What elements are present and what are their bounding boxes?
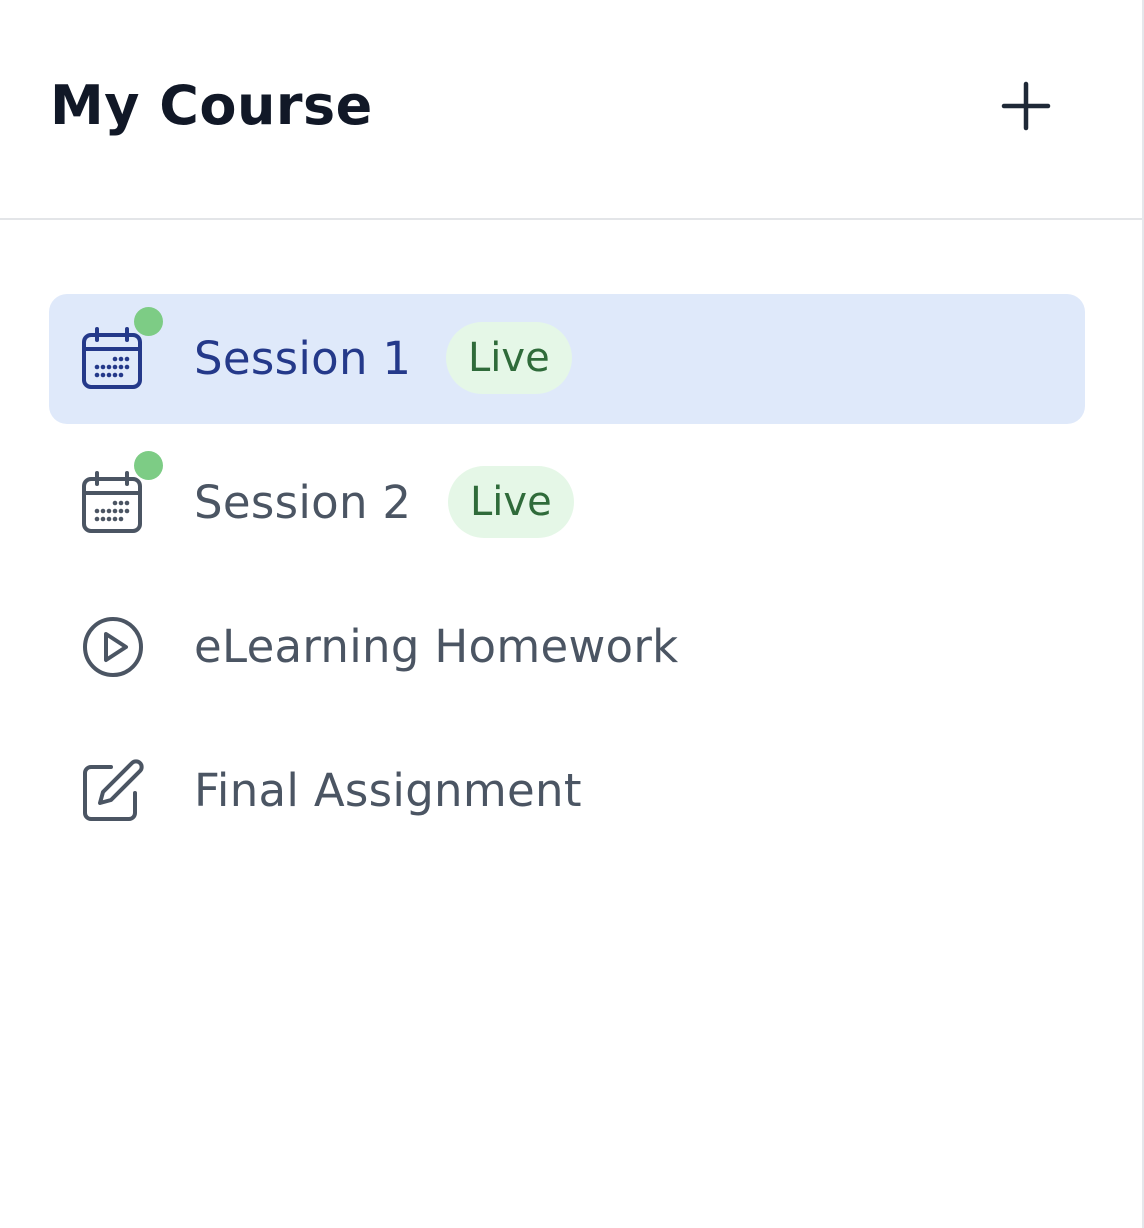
course-item-final-assignment[interactable]: Final Assignment bbox=[49, 726, 1085, 856]
course-item-label: eLearning Homework bbox=[194, 620, 679, 673]
calendar-icon bbox=[81, 327, 145, 391]
course-item-session-2[interactable]: Session 2 Live bbox=[49, 438, 1085, 568]
course-item-label: Final Assignment bbox=[194, 764, 582, 817]
live-status-dot bbox=[134, 307, 163, 336]
course-item-list: Session 1 Live Session 2 Live eLearning … bbox=[49, 294, 1085, 870]
course-item-label: Session 1 bbox=[194, 332, 412, 385]
course-item-elearning-homework[interactable]: eLearning Homework bbox=[49, 582, 1085, 712]
play-circle-icon bbox=[81, 615, 145, 679]
panel-header: My Course bbox=[0, 0, 1142, 220]
live-status-dot bbox=[134, 451, 163, 480]
course-item-session-1[interactable]: Session 1 Live bbox=[49, 294, 1085, 424]
edit-icon bbox=[81, 759, 145, 823]
plus-icon bbox=[1001, 81, 1051, 131]
calendar-icon bbox=[81, 471, 145, 535]
live-badge: Live bbox=[446, 322, 572, 394]
add-button[interactable] bbox=[990, 70, 1062, 142]
live-badge: Live bbox=[448, 466, 574, 538]
course-panel: My Course Session 1 Live Session 2 Live … bbox=[0, 0, 1144, 1228]
course-item-label: Session 2 bbox=[194, 476, 412, 529]
page-title: My Course bbox=[50, 74, 373, 137]
